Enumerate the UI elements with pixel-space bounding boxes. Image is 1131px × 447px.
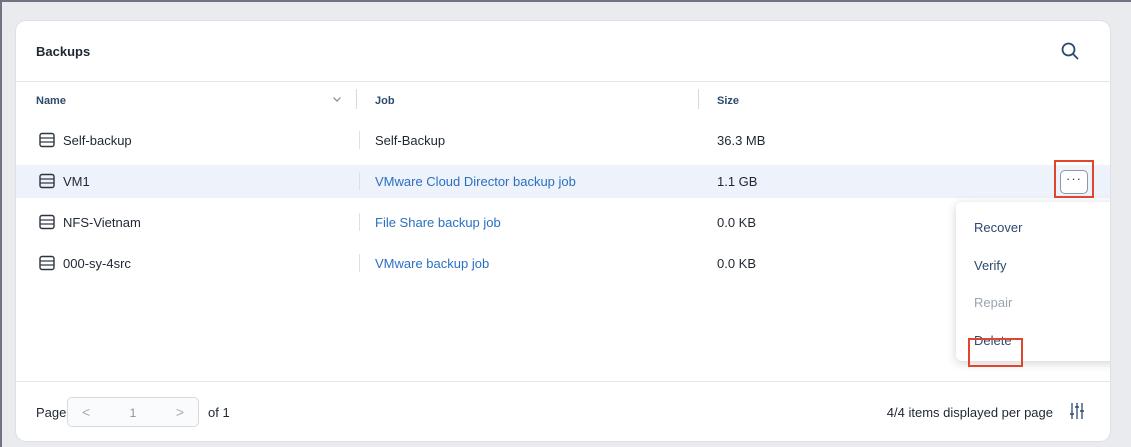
page-count-label: of 1 <box>208 405 230 420</box>
row-name[interactable]: NFS-Vietnam <box>63 215 141 230</box>
column-header-name[interactable]: Name <box>36 95 66 107</box>
row-job-link[interactable]: File Share backup job <box>375 215 501 230</box>
row-size: 36.3 MB <box>717 133 766 148</box>
table-row[interactable]: 000-sy-4src VMware backup job 0.0 KB <box>16 247 1110 280</box>
menu-item-repair: Repair <box>974 295 1013 310</box>
backups-panel: Backups Name Job Size Self-backup Self-B… <box>16 21 1110 441</box>
menu-item-recover[interactable]: Recover <box>974 220 1022 235</box>
cell-divider <box>359 254 360 272</box>
database-icon <box>39 214 55 230</box>
chevron-down-icon[interactable] <box>331 93 343 105</box>
database-icon <box>39 255 55 271</box>
row-size: 0.0 KB <box>717 256 757 271</box>
panel-title: Backups <box>36 44 91 59</box>
page-label: Page <box>36 405 67 420</box>
table-header: Name Job Size <box>16 82 1110 119</box>
database-icon <box>39 132 55 148</box>
column-divider[interactable] <box>698 89 699 109</box>
search-icon[interactable] <box>1056 37 1084 65</box>
delete-highlight-box <box>968 338 1023 367</box>
row-actions-menu: Recover Verify Repair Delete <box>956 202 1110 367</box>
window-border-top <box>0 0 1131 2</box>
chevron-right-icon[interactable]: > <box>176 404 184 420</box>
row-job: Self-Backup <box>375 133 446 148</box>
database-icon <box>39 173 55 189</box>
table-row[interactable]: NFS-Vietnam File Share backup job 0.0 KB <box>16 206 1110 239</box>
column-header-job[interactable]: Job <box>375 95 395 107</box>
row-job-link[interactable]: VMware Cloud Director backup job <box>375 174 576 189</box>
window-border-left <box>0 0 2 447</box>
column-divider[interactable] <box>356 89 357 109</box>
row-name[interactable]: 000-sy-4src <box>63 256 131 271</box>
cell-divider <box>359 131 360 149</box>
panel-header: Backups <box>16 21 1110 82</box>
table-row[interactable]: VM1 VMware Cloud Director backup job 1.1… <box>16 165 1110 198</box>
cell-divider <box>359 172 360 190</box>
column-settings-icon[interactable] <box>1069 402 1085 420</box>
cell-divider <box>359 213 360 231</box>
row-name[interactable]: Self-backup <box>63 133 132 148</box>
row-job-link[interactable]: VMware backup job <box>375 256 489 271</box>
row-size: 1.1 GB <box>717 174 758 189</box>
column-header-size[interactable]: Size <box>717 95 739 107</box>
row-size: 0.0 KB <box>717 215 757 230</box>
items-per-page-label: 4/4 items displayed per page <box>886 405 1053 420</box>
page-stepper[interactable]: < 1 > <box>67 397 199 427</box>
more-actions-highlight-box <box>1054 160 1094 198</box>
table-footer: Page < 1 > of 1 4/4 items displayed per … <box>16 381 1110 441</box>
menu-item-verify[interactable]: Verify <box>974 258 1007 273</box>
table-row[interactable]: Self-backup Self-Backup 36.3 MB <box>16 124 1110 157</box>
row-name[interactable]: VM1 <box>63 174 90 189</box>
